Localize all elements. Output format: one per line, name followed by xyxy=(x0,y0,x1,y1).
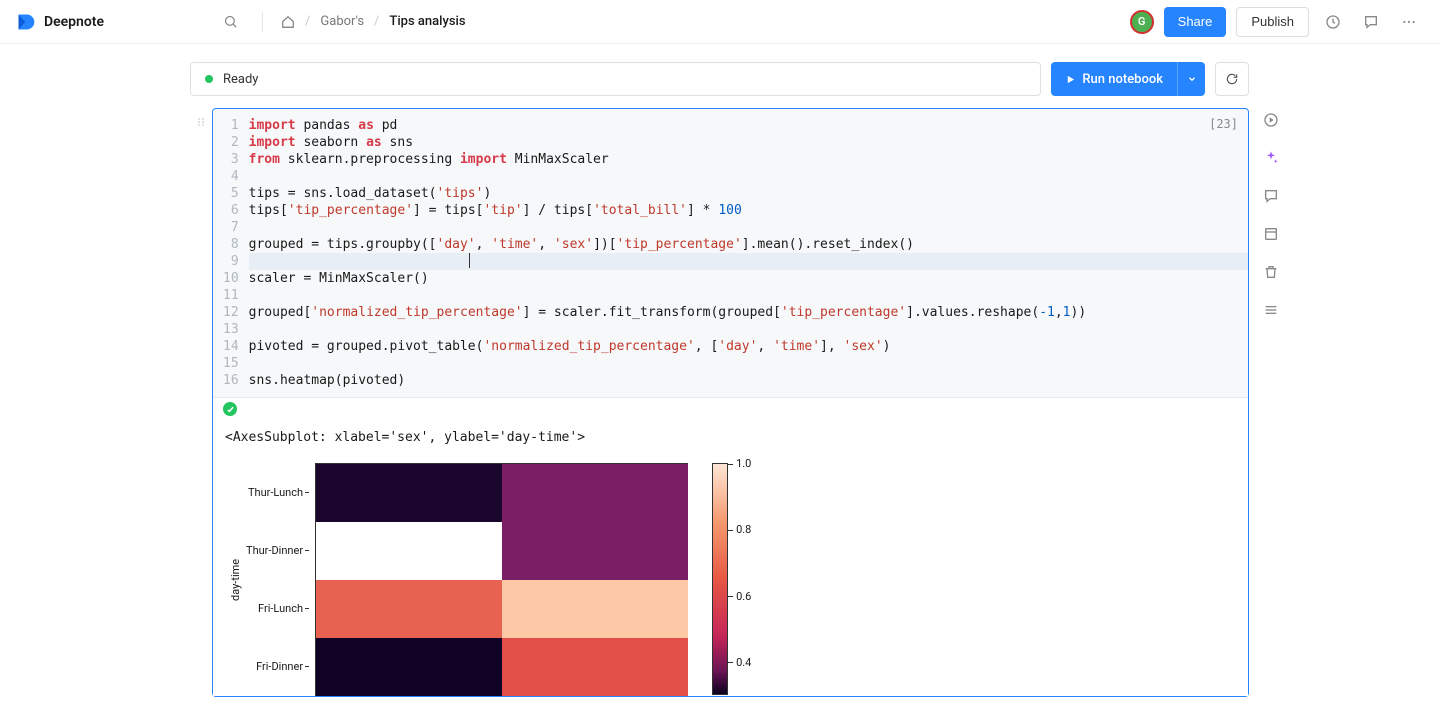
cell-status-row xyxy=(213,397,1248,420)
run-notebook-button[interactable]: Run notebook xyxy=(1051,62,1205,96)
colorbar-tick: 1.0 xyxy=(728,457,751,470)
home-icon[interactable] xyxy=(281,15,295,29)
heatmap-cell xyxy=(316,638,502,696)
code-editor[interactable]: 1 2 3 4 5 6 7 8 9 10 11 12 13 14 15 16 i… xyxy=(213,109,1248,397)
restart-button[interactable] xyxy=(1215,62,1249,96)
colorbar-tick: 0.4 xyxy=(728,656,751,669)
trash-icon[interactable] xyxy=(1261,262,1281,282)
divider xyxy=(262,12,263,32)
status-dot xyxy=(205,75,213,83)
line-numbers: 1 2 3 4 5 6 7 8 9 10 11 12 13 14 15 16 xyxy=(213,117,249,389)
brand-name: Deepnote xyxy=(44,14,104,30)
chart-ylabel: day-time xyxy=(225,463,246,696)
cell-output-text: <AxesSubplot: xlabel='sex', ylabel='day-… xyxy=(213,420,1248,453)
comment-icon[interactable] xyxy=(1357,8,1385,36)
heatmap-cell xyxy=(316,464,502,522)
breadcrumb-sep: / xyxy=(305,14,310,29)
history-icon[interactable] xyxy=(1319,8,1347,36)
colorbar-gradient xyxy=(712,463,728,695)
publish-button[interactable]: Publish xyxy=(1236,7,1309,37)
menu-icon[interactable] xyxy=(1261,300,1281,320)
heatmap-cell xyxy=(502,522,688,580)
brand[interactable]: Deepnote xyxy=(16,12,104,32)
play-icon xyxy=(1065,74,1076,85)
success-badge xyxy=(223,402,237,416)
breadcrumb: / Gabor's / Tips analysis xyxy=(281,14,465,29)
breadcrumb-current[interactable]: Tips analysis xyxy=(389,14,465,29)
share-button[interactable]: Share xyxy=(1164,7,1227,37)
breadcrumb-workspace[interactable]: Gabor's xyxy=(320,14,364,29)
cell-drag-handle[interactable] xyxy=(190,108,212,697)
run-cell-icon[interactable] xyxy=(1261,110,1281,130)
chevron-down-icon xyxy=(1187,74,1197,84)
chart-yticklabels: Thur-LunchThur-DinnerFri-LunchFri-Dinner xyxy=(246,463,315,696)
sparkle-icon[interactable] xyxy=(1261,148,1281,168)
ytick-label: Thur-Lunch xyxy=(246,463,309,521)
colorbar: 1.00.80.60.4 xyxy=(712,463,768,696)
heatmap-cell xyxy=(502,464,688,522)
drag-icon xyxy=(195,116,207,697)
heatmap-cell xyxy=(502,580,688,638)
comment-icon[interactable] xyxy=(1261,186,1281,206)
breadcrumb-sep: / xyxy=(374,14,379,29)
heatmap-cell xyxy=(316,522,502,580)
more-icon[interactable] xyxy=(1395,8,1423,36)
heatmap-grid xyxy=(315,463,688,696)
colorbar-tick: 0.8 xyxy=(728,523,751,536)
cell-side-actions xyxy=(1261,110,1281,320)
code-cell[interactable]: [23] 1 2 3 4 5 6 7 8 9 10 11 12 13 14 15… xyxy=(212,108,1249,697)
deepnote-logo-icon xyxy=(16,12,36,32)
notebook-toolbar: Ready Run notebook xyxy=(0,44,1439,108)
heatmap-cell xyxy=(316,580,502,638)
avatar[interactable]: G xyxy=(1130,10,1154,34)
app-header: Deepnote / Gabor's / Tips analysis G Sha… xyxy=(0,0,1439,44)
search-icon[interactable] xyxy=(216,8,244,36)
snippet-icon[interactable] xyxy=(1261,224,1281,244)
reload-icon xyxy=(1225,72,1239,86)
ytick-label: Fri-Lunch xyxy=(246,579,309,637)
notebook-body: [23] 1 2 3 4 5 6 7 8 9 10 11 12 13 14 15… xyxy=(0,108,1439,697)
heatmap-output: day-time Thur-LunchThur-DinnerFri-LunchF… xyxy=(213,453,1248,696)
status-text: Ready xyxy=(223,72,258,87)
ytick-label: Fri-Dinner xyxy=(246,637,309,695)
heatmap-cell xyxy=(502,638,688,696)
kernel-status[interactable]: Ready xyxy=(190,62,1041,96)
run-notebook-label: Run notebook xyxy=(1082,72,1163,87)
colorbar-tick: 0.6 xyxy=(728,590,751,603)
code-content[interactable]: import pandas as pdimport seaborn as sns… xyxy=(249,117,1248,389)
ytick-label: Thur-Dinner xyxy=(246,521,309,579)
run-dropdown-button[interactable] xyxy=(1177,62,1205,96)
colorbar-ticks: 1.00.80.60.4 xyxy=(728,463,768,695)
header-actions: G Share Publish xyxy=(1130,7,1423,37)
